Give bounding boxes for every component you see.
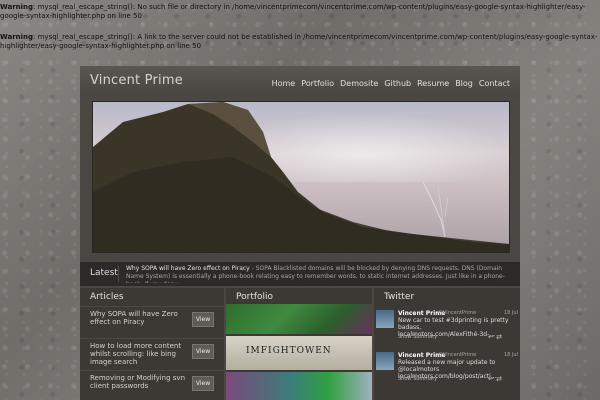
php-warnings: Warning: mysql_real_escape_string(): No … — [0, 3, 600, 63]
article-title[interactable]: How to load more content whilst scrollin… — [90, 342, 190, 366]
site-header: Vincent Prime Home Portfolio Demosite Gi… — [80, 66, 520, 96]
portfolio-heading: Portfolio — [236, 292, 274, 302]
site-container: Vincent Prime Home Portfolio Demosite Gi… — [80, 66, 520, 400]
avatar[interactable] — [376, 310, 394, 328]
reply-icon[interactable]: ↩ — [488, 375, 494, 383]
show-summary-link[interactable]: Show Summary — [398, 376, 437, 382]
tweet-date[interactable]: 18 Jul — [504, 352, 518, 358]
site-logo[interactable]: Vincent Prime — [90, 73, 183, 88]
portfolio-thumbnail[interactable]: IMFIGHTOWEN — [226, 336, 372, 370]
portfolio-thumbnail[interactable] — [226, 304, 372, 334]
tweet-actions: ↩ ⇄ — [488, 375, 502, 383]
view-button[interactable]: View — [192, 344, 214, 359]
article-title[interactable]: Why SOPA will have Zero effect on Piracy — [90, 310, 190, 326]
warning-line-1: Warning: mysql_real_escape_string(): No … — [0, 3, 586, 20]
portfolio-column: Portfolio IMFIGHTOWEN — [226, 288, 372, 400]
nav-portfolio[interactable]: Portfolio — [301, 79, 334, 88]
tweet-date[interactable]: 18 Jul — [504, 310, 518, 316]
tweet-actions: ↩ ⇄ — [488, 333, 502, 341]
latest-post-title[interactable]: Why SOPA will have Zero effect on Piracy — [126, 265, 250, 272]
nav-github[interactable]: Github — [384, 79, 411, 88]
twitter-column: Twitter Vincent Prime @VincentPrime 18 J… — [374, 288, 520, 400]
articles-column: Articles Why SOPA will have Zero effect … — [80, 288, 224, 400]
article-item: Removing or Modifying svn client passwor… — [80, 370, 224, 399]
tweet: Vincent Prime @VincentPrime 18 Jul New c… — [374, 308, 520, 346]
latest-divider — [118, 266, 119, 282]
latest-post[interactable]: Why SOPA will have Zero effect on Piracy… — [126, 265, 506, 283]
mountain-landscape — [93, 102, 509, 252]
nav-contact[interactable]: Contact — [479, 79, 510, 88]
portfolio-thumbnail[interactable] — [226, 372, 372, 400]
retweet-icon[interactable]: ⇄ — [496, 333, 502, 341]
portfolio-banner-text: IMFIGHTOWEN — [246, 346, 332, 356]
avatar[interactable] — [376, 352, 394, 370]
nav-demosite[interactable]: Demosite — [340, 79, 378, 88]
tweet-handle[interactable]: @VincentPrime — [438, 310, 476, 316]
show-summary-link[interactable]: Show Summary — [398, 334, 437, 340]
nav-home[interactable]: Home — [272, 79, 296, 88]
nav-blog[interactable]: Blog — [455, 79, 473, 88]
latest-label: Latest — [90, 268, 118, 278]
latest-post-bar: Latest Why SOPA will have Zero effect on… — [80, 262, 520, 286]
twitter-heading: Twitter — [384, 292, 415, 302]
main-nav: Home Portfolio Demosite Github Resume Bl… — [272, 79, 510, 88]
hero-image — [92, 101, 510, 253]
warning-line-2: Warning: mysql_real_escape_string(): A l… — [0, 33, 598, 50]
nav-resume[interactable]: Resume — [417, 79, 449, 88]
reply-icon[interactable]: ↩ — [488, 333, 494, 341]
tweet-handle[interactable]: @VincentPrime — [438, 352, 476, 358]
retweet-icon[interactable]: ⇄ — [496, 375, 502, 383]
view-button[interactable]: View — [192, 376, 214, 391]
article-item: How to load more content whilst scrollin… — [80, 338, 224, 367]
article-title[interactable]: Removing or Modifying svn client passwor… — [90, 374, 190, 390]
tweet: Vincent Prime @VincentPrime 18 Jul Relea… — [374, 350, 520, 388]
articles-heading: Articles — [90, 292, 124, 302]
view-button[interactable]: View — [192, 312, 214, 327]
article-item: Why SOPA will have Zero effect on Piracy… — [80, 306, 224, 335]
